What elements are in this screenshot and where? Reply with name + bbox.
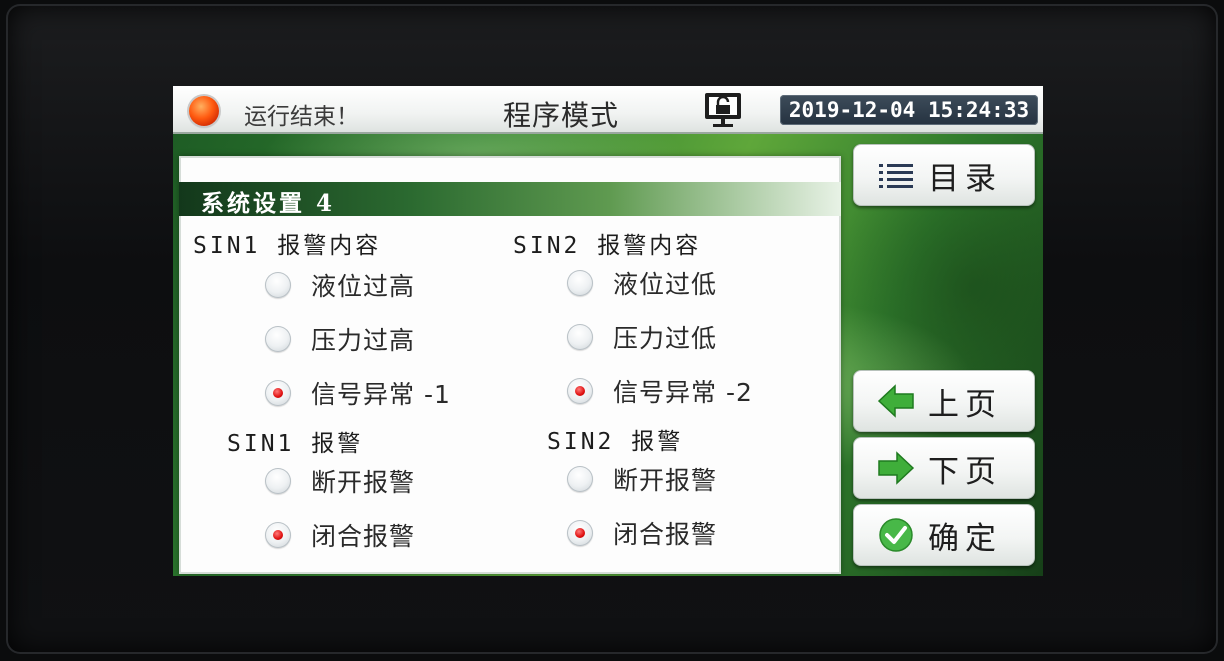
sin1-option-close-alarm[interactable]: 闭合报警	[265, 518, 415, 552]
radio-button-selected[interactable]	[265, 380, 291, 406]
sin2-alarm-label: SIN2 报警	[547, 429, 684, 455]
sin1-content-label: SIN1 报警内容	[193, 233, 382, 259]
option-label: 闭合报警	[311, 522, 416, 551]
menu-button[interactable]: 目录	[853, 144, 1035, 206]
sin2-content-label: SIN2 报警内容	[513, 233, 702, 259]
sin1-option-open-alarm[interactable]: 断开报警	[265, 464, 415, 498]
option-label: 断开报警	[311, 468, 416, 497]
prev-page-button[interactable]: 上页	[853, 370, 1035, 432]
panel-title: 系统设置 4	[201, 190, 336, 217]
confirm-button[interactable]: 确定	[853, 504, 1035, 566]
list-icon	[876, 157, 916, 193]
sin1-option-level-high[interactable]: 液位过高	[265, 268, 415, 302]
check-icon	[876, 517, 916, 553]
right-arrow-icon	[876, 450, 916, 486]
confirm-button-label: 确定	[928, 520, 1002, 557]
touch-screen: 运行结束！ 程序模式 2019-12-04 15:24:33 系统设置 4 SI…	[173, 86, 1043, 576]
radio-button[interactable]	[265, 468, 291, 494]
mode-title: 程序模式	[503, 99, 620, 132]
menu-button-label: 目录	[928, 160, 1002, 197]
radio-button[interactable]	[567, 324, 593, 350]
unlocked-monitor-icon[interactable]	[701, 90, 745, 130]
radio-button-selected[interactable]	[567, 520, 593, 546]
settings-panel: 系统设置 4 SIN1 报警内容 液位过高 压力过高 信号异常 -1 SIN2 …	[179, 156, 841, 574]
panel-header: 系统设置 4	[179, 182, 841, 217]
radio-button[interactable]	[265, 272, 291, 298]
status-led-icon	[189, 96, 219, 126]
radio-button[interactable]	[265, 326, 291, 352]
radio-button-selected[interactable]	[265, 522, 291, 548]
radio-button-selected[interactable]	[567, 378, 593, 404]
sin1-alarm-label: SIN1 报警	[227, 431, 364, 457]
sin1-option-pressure-high[interactable]: 压力过高	[265, 322, 415, 356]
run-status-text: 运行结束！	[244, 104, 359, 130]
option-label: 信号异常 -2	[613, 378, 753, 407]
status-bar: 运行结束！ 程序模式 2019-12-04 15:24:33	[173, 86, 1043, 134]
sin2-option-level-low[interactable]: 液位过低	[567, 266, 717, 300]
left-arrow-icon	[876, 383, 916, 419]
option-label: 闭合报警	[613, 520, 718, 549]
next-page-button[interactable]: 下页	[853, 437, 1035, 499]
radio-button[interactable]	[567, 270, 593, 296]
option-label: 压力过高	[311, 326, 416, 355]
sin2-option-open-alarm[interactable]: 断开报警	[567, 462, 717, 496]
prev-page-button-label: 上页	[928, 386, 1002, 423]
sin2-option-close-alarm[interactable]: 闭合报警	[567, 516, 717, 550]
sin2-option-pressure-low[interactable]: 压力过低	[567, 320, 717, 354]
next-page-button-label: 下页	[928, 453, 1002, 490]
option-label: 液位过高	[311, 272, 416, 301]
option-label: 信号异常 -1	[311, 380, 451, 409]
datetime-display: 2019-12-04 15:24:33	[780, 95, 1038, 125]
sin2-option-signal-error[interactable]: 信号异常 -2	[567, 374, 753, 408]
option-label: 压力过低	[613, 324, 718, 353]
sin1-option-signal-error[interactable]: 信号异常 -1	[265, 376, 451, 410]
option-label: 液位过低	[613, 270, 718, 299]
option-label: 断开报警	[613, 466, 718, 495]
radio-button[interactable]	[567, 466, 593, 492]
